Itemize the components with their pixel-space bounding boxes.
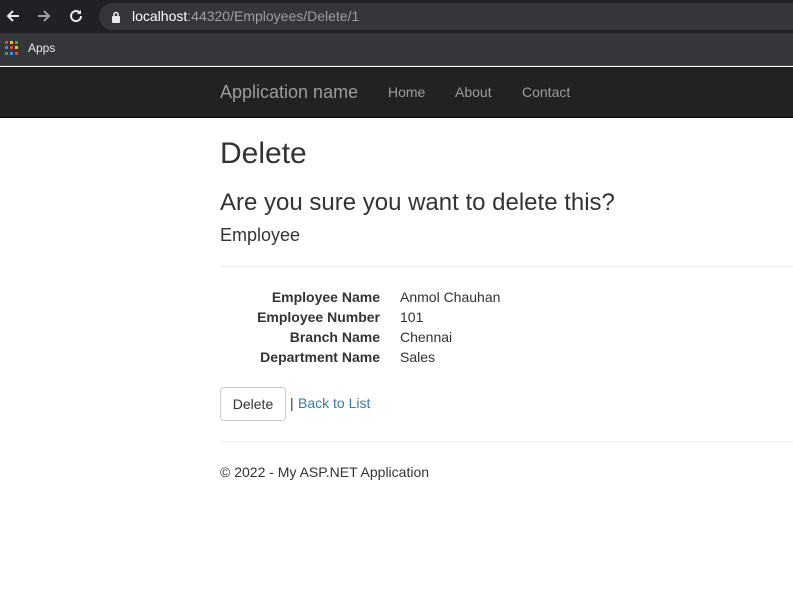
browser-toolbar: localhost:44320/Employees/Delete/1 — [0, 0, 793, 33]
nav-link-about[interactable]: About — [455, 84, 492, 100]
address-url: localhost:44320/Employees/Delete/1 — [132, 8, 359, 25]
apps-grid-dot — [10, 51, 13, 55]
apps-grid-dot — [5, 51, 8, 55]
detail-row: Employee Name Anmol Chauhan — [220, 287, 793, 307]
site-navbar: Application name Home About Contact — [0, 67, 793, 118]
nav-link-contact[interactable]: Contact — [522, 84, 570, 100]
url-path: :44320/Employees/Delete/1 — [187, 8, 360, 24]
reload-icon[interactable] — [66, 6, 86, 26]
bookmarks-bar: Apps — [0, 33, 793, 66]
delete-button[interactable]: Delete — [220, 387, 286, 421]
detail-value: Sales — [400, 349, 436, 365]
page-title: Delete — [220, 137, 307, 170]
confirm-message: Are you sure you want to delete this? — [220, 189, 615, 216]
detail-value: Chennai — [400, 329, 453, 345]
detail-row: Department Name Sales — [220, 347, 793, 367]
divider — [220, 266, 793, 267]
detail-value: Anmol Chauhan — [400, 289, 501, 305]
detail-label: Employee Number — [257, 309, 380, 325]
apps-grid-dot — [10, 41, 13, 44]
link-separator: | — [290, 395, 294, 411]
nav-link-home[interactable]: Home — [388, 84, 425, 100]
apps-grid-dot — [5, 41, 8, 44]
address-bar[interactable]: localhost:44320/Employees/Delete/1 — [99, 3, 793, 30]
apps-grid-dot — [5, 46, 8, 50]
apps-grid-dot — [15, 51, 18, 55]
apps-grid-dot — [10, 46, 13, 50]
detail-label: Branch Name — [289, 329, 380, 345]
footer-divider — [220, 441, 793, 442]
entity-heading: Employee — [220, 225, 301, 245]
detail-label: Employee Name — [271, 289, 380, 305]
brand-link[interactable]: Application name — [220, 82, 358, 103]
url-host: localhost — [132, 8, 188, 24]
lock-icon — [111, 10, 121, 28]
apps-bookmark[interactable]: Apps — [28, 41, 55, 55]
back-to-list-link[interactable]: Back to List — [298, 395, 370, 411]
apps-grid-icon[interactable] — [5, 41, 19, 55]
forward-arrow-icon[interactable] — [34, 6, 54, 26]
back-arrow-icon[interactable] — [3, 6, 23, 26]
detail-value: 101 — [400, 309, 424, 325]
apps-grid-dot — [15, 46, 18, 50]
footer-text: © 2022 - My ASP.NET Application — [220, 464, 430, 480]
detail-row: Branch Name Chennai — [220, 327, 793, 347]
apps-grid-dot — [15, 41, 18, 44]
detail-row: Employee Number 101 — [220, 307, 793, 327]
detail-label: Department Name — [260, 349, 380, 365]
